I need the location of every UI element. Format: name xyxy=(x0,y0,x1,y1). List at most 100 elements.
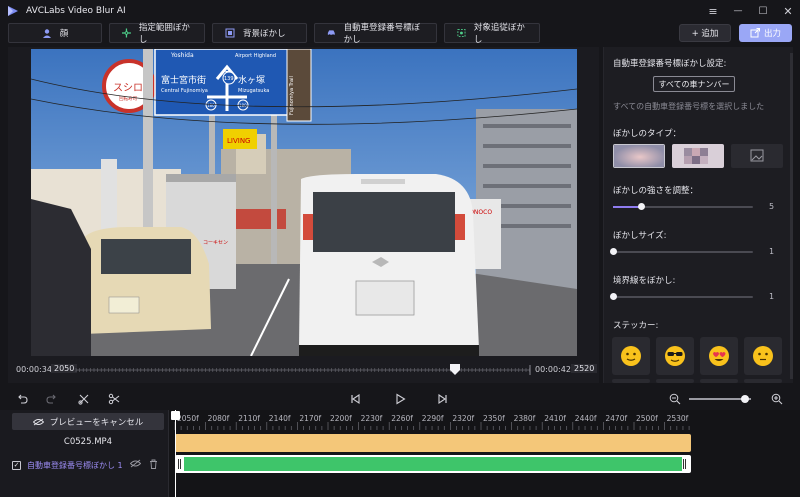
strength-slider[interactable] xyxy=(613,203,753,210)
output-label: 出力 xyxy=(763,29,781,39)
side-sign: Fujinomiya Trail xyxy=(289,76,295,115)
scissors-icon[interactable] xyxy=(108,393,120,405)
mosaic-blur-icon xyxy=(672,144,724,168)
tab-background-blur[interactable]: 背景ぼかし xyxy=(212,23,307,43)
tab-area-blur[interactable]: 指定範囲ぼかし xyxy=(109,23,205,45)
track-visibility-icon[interactable] xyxy=(130,459,141,468)
ruler-tick-label: 2380f xyxy=(513,414,536,423)
all-plates-button[interactable]: すべての車ナンバー xyxy=(653,76,735,92)
video-frame[interactable]: CONOCO スシロー 回転寿司 Yoshida Airport Highlan… xyxy=(31,49,577,356)
size-value: 1 xyxy=(769,247,775,256)
track-checkbox[interactable]: ✓ xyxy=(12,460,21,470)
face-icon xyxy=(42,29,51,38)
ruler-tick-label: 2110f xyxy=(238,414,260,423)
playhead-handle[interactable] xyxy=(171,411,180,420)
tab-track-label: 対象追従ぼかし xyxy=(473,23,525,45)
sticker-sunglasses[interactable] xyxy=(656,337,694,375)
street-scene: CONOCO スシロー 回転寿司 Yoshida Airport Highlan… xyxy=(31,49,577,356)
heart-eyes-face-icon xyxy=(709,346,729,366)
neutral-face-icon xyxy=(753,346,773,366)
close-icon[interactable]: ✕ xyxy=(782,5,794,18)
edge-slider[interactable] xyxy=(610,293,753,300)
sign-left-city-jp: 富士宮市街 xyxy=(161,74,206,86)
tab-area-label: 指定範囲ぼかし xyxy=(138,23,190,45)
output-button[interactable]: 出力 xyxy=(739,24,792,42)
video-clip-bar[interactable] xyxy=(175,434,691,452)
ruler-tick-label: 2230f xyxy=(360,414,383,423)
ruler-tick-label: 2440f xyxy=(574,414,597,423)
tab-bg-label: 背景ぼかし xyxy=(243,29,286,39)
sticker-label: ステッカー: xyxy=(613,321,659,331)
zoom-out-icon[interactable] xyxy=(669,393,681,405)
grey-truck-text: コーキセン xyxy=(203,240,228,246)
blur-type-image[interactable] xyxy=(731,144,783,168)
strength-knob[interactable] xyxy=(638,203,645,210)
timeline-ruler[interactable]: 2050f 2080f 2110f 2140f 2170f 2200f 2230f 2260f… xyxy=(169,410,800,430)
edge-value: 1 xyxy=(769,292,775,301)
app-title: AVCLabs Video Blur AI xyxy=(26,6,126,16)
size-slider[interactable] xyxy=(610,248,753,255)
app-logo-icon xyxy=(8,6,18,16)
minimize-icon[interactable]: — xyxy=(732,6,744,16)
sticker-row2-4[interactable] xyxy=(744,379,782,383)
blur-segment-bar[interactable] xyxy=(175,455,691,473)
sticker-heart-eyes[interactable] xyxy=(700,337,738,375)
mode-tabs: 顔 指定範囲ぼかし 背景ぼかし 自動車登録番号標ぼかし 対象追従ぼかし xyxy=(8,23,540,45)
tab-license-plate-blur[interactable]: 自動車登録番号標ぼかし xyxy=(314,23,437,45)
scrub-ticks xyxy=(75,365,531,375)
track-label: 自動車登録番号標ぼかし 1 xyxy=(27,460,123,470)
preview-area: CONOCO スシロー 回転寿司 Yoshida Airport Highlan… xyxy=(8,47,599,383)
all-plates-note: すべての自動車登録番号標を選択しました xyxy=(613,102,765,111)
blur-segment-fill xyxy=(184,457,682,471)
ruler-tick-label: 2200f xyxy=(330,414,352,423)
store-sign: LIVING xyxy=(227,137,250,145)
segment-handle-right[interactable] xyxy=(683,459,686,469)
timeline-area[interactable]: 2050f 2080f 2110f 2140f 2170f 2200f 2230f 2260f… xyxy=(168,410,800,497)
strength-fill xyxy=(613,206,641,208)
next-frame-icon[interactable] xyxy=(437,393,449,405)
background-icon xyxy=(225,28,235,38)
edge-label: 境界線をぼかし: xyxy=(613,276,676,286)
menu-icon[interactable]: ≡ xyxy=(707,5,719,18)
size-knob[interactable] xyxy=(610,248,617,255)
timeline-toolbar xyxy=(0,388,800,410)
strength-value: 5 xyxy=(769,202,775,211)
undo-icon[interactable] xyxy=(16,393,28,405)
trash-icon[interactable] xyxy=(149,459,158,469)
scrub-bar[interactable]: 00:00:34 2050 00:00:42 2520 xyxy=(8,363,599,377)
sticker-row2-3[interactable] xyxy=(700,379,738,383)
ruler-tick-label: 2530f xyxy=(666,414,689,423)
sticker-neutral[interactable] xyxy=(744,337,782,375)
maximize-icon[interactable]: ☐ xyxy=(757,6,769,17)
play-icon[interactable] xyxy=(394,393,406,405)
route-lower-left: 180 xyxy=(207,103,215,108)
sticker-row2-1[interactable] xyxy=(612,379,650,383)
add-button[interactable]: + 追加 xyxy=(679,24,731,42)
ruler-tick-label: 2320f xyxy=(452,414,475,423)
zoom-slider[interactable] xyxy=(689,395,751,403)
settings-panel: 自動車登録番号標ぼかし設定: すべての車ナンバー すべての自動車登録番号標を選択… xyxy=(603,47,793,383)
window-controls: ≡ — ☐ ✕ xyxy=(707,0,794,22)
edge-knob[interactable] xyxy=(610,293,617,300)
tab-object-tracking-blur[interactable]: 対象追従ぼかし xyxy=(444,23,540,45)
previous-frame-icon[interactable] xyxy=(349,393,361,405)
ruler-tick-label: 2170f xyxy=(299,414,322,423)
sticker-row2-2[interactable] xyxy=(656,379,694,383)
blur-type-gaussian[interactable] xyxy=(613,144,665,168)
target-icon xyxy=(457,28,466,38)
split-icon[interactable] xyxy=(78,393,90,405)
scrub-knob[interactable] xyxy=(450,364,461,376)
panel-scrollbar[interactable] xyxy=(790,53,793,379)
segment-handle-left[interactable] xyxy=(178,459,181,469)
zoom-knob[interactable] xyxy=(740,395,749,403)
tab-face-label: 顔 xyxy=(59,29,69,39)
blur-track-header[interactable]: ✓ 自動車登録番号標ぼかし 1 xyxy=(12,458,164,472)
redo-icon[interactable] xyxy=(46,393,58,405)
ruler-ticks xyxy=(174,422,690,430)
sticker-slightly-smiling[interactable] xyxy=(612,337,650,375)
crosshair-icon xyxy=(122,28,131,38)
zoom-in-icon[interactable] xyxy=(771,393,783,405)
blur-type-mosaic[interactable] xyxy=(672,144,724,168)
cancel-preview-button[interactable]: プレビューをキャンセル xyxy=(12,413,164,430)
tab-face[interactable]: 顔 xyxy=(8,23,102,43)
